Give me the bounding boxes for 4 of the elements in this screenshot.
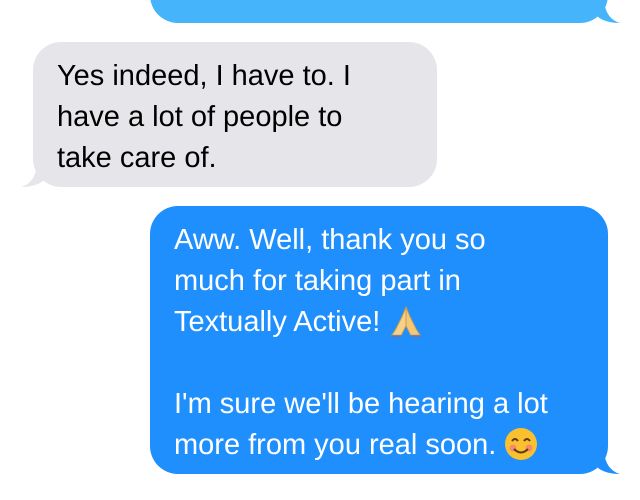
smiling-face-icon — [504, 427, 538, 461]
message-text: I'm sure we'll be hearing a lot more from you real soon. — [174, 387, 549, 463]
message-text: Aww. Well, thank you so much for taking part in Textually Active! — [174, 223, 487, 341]
message-text: Yes indeed, I have to. I have a lot of people to take care of. — [57, 59, 352, 176]
